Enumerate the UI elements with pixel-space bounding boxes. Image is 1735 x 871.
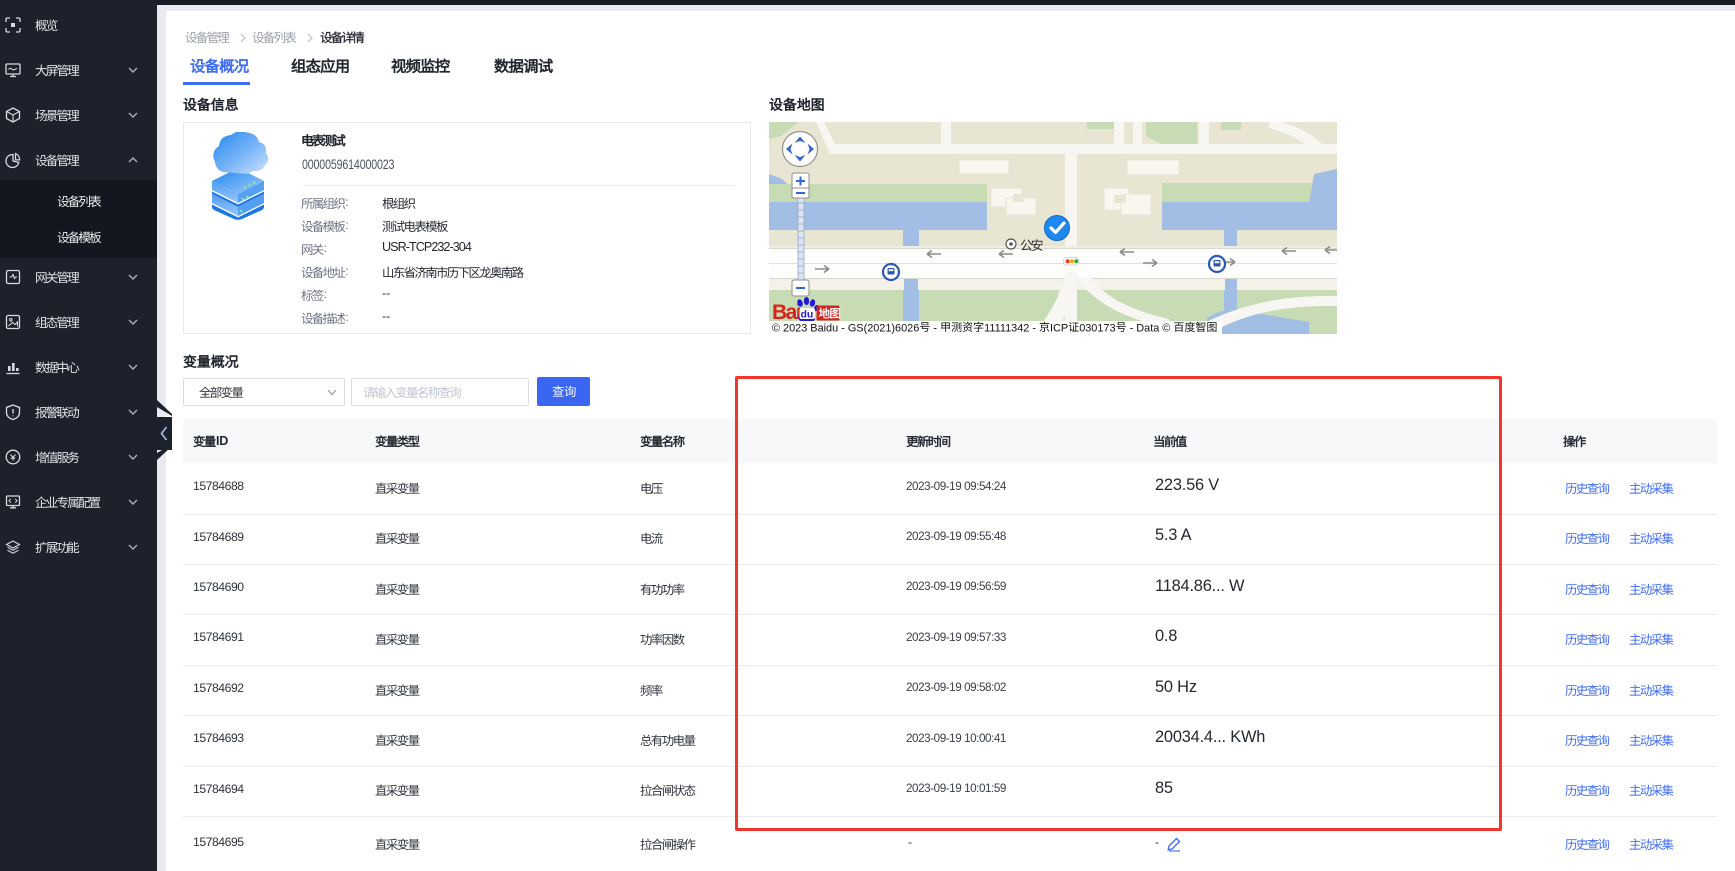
svg-text:- Data ©: - Data © [1127, 323, 1174, 335]
svg-text:11111342 -: 11111342 - [984, 323, 1039, 335]
svg-text:Bai: Bai [772, 301, 801, 324]
svg-text:ICP: ICP [1050, 323, 1068, 335]
svg-text:© 2023 Baidu - GS(2021)6026: © 2023 Baidu - GS(2021)6026 [772, 323, 919, 335]
svg-text:-: - [930, 323, 940, 335]
svg-text:030173: 030173 [1079, 323, 1115, 335]
svg-text:du: du [801, 309, 814, 321]
